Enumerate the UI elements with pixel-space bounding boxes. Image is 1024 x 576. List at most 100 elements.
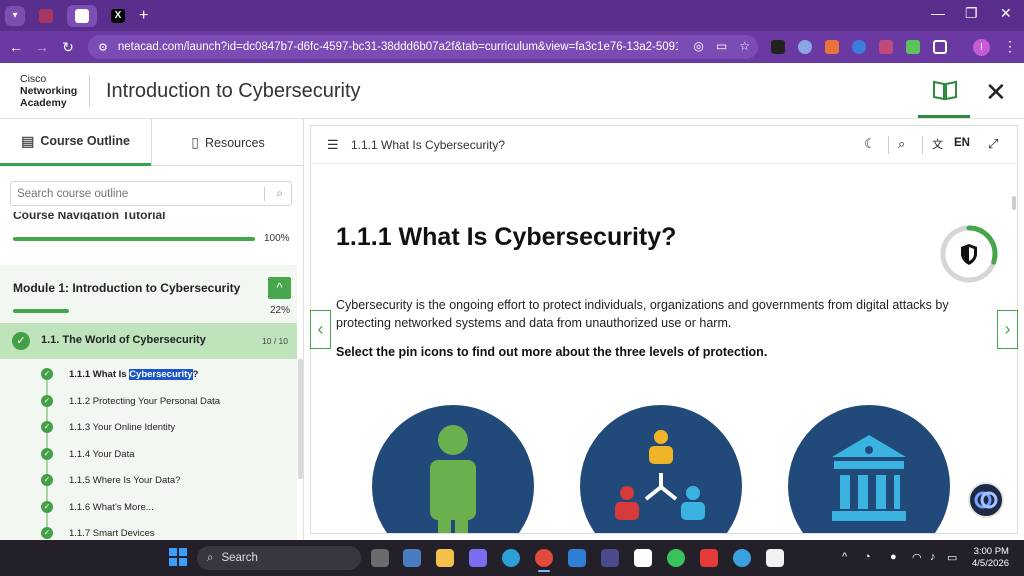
battery-icon[interactable]: ▭ <box>947 551 957 564</box>
browser-tab-1[interactable] <box>33 5 59 27</box>
task-view-icon[interactable] <box>371 549 389 567</box>
file-explorer-icon[interactable] <box>436 549 454 567</box>
document-icon: ▯ <box>191 134 199 150</box>
forward-button[interactable]: → <box>29 39 55 55</box>
fullscreen-expand-icon[interactable]: ⤢ <box>988 136 998 152</box>
extension-2-icon[interactable] <box>798 40 812 54</box>
calculator-icon[interactable] <box>403 549 421 567</box>
extension-1-icon[interactable] <box>771 40 785 54</box>
close-course-button[interactable]: ✕ <box>985 77 1007 108</box>
search-icon: ⌕ <box>207 551 214 564</box>
module-progress-bar <box>13 309 69 313</box>
sketch-app-icon[interactable] <box>766 549 784 567</box>
window-close-button[interactable]: ✕ <box>1000 5 1012 22</box>
url-text[interactable]: netacad.com/launch?id=dc0847b7-d6fc-4597… <box>118 41 678 53</box>
content-scrollbar[interactable] <box>1012 196 1016 210</box>
copilot-icon[interactable] <box>469 549 487 567</box>
extension-4-icon[interactable] <box>852 40 866 54</box>
tab-course-outline[interactable]: ▤ Course Outline <box>0 119 151 166</box>
lesson-1-1-2[interactable]: ✓ 1.1.2 Protecting Your Personal Data <box>0 388 297 414</box>
module-row[interactable]: Module 1: Introduction to Cybersecurity … <box>0 265 297 323</box>
extensions-puzzle-icon[interactable] <box>933 40 947 54</box>
lesson-1-1-3[interactable]: ✓ 1.1.3 Your Online Identity <box>0 414 297 440</box>
collapse-menu-icon[interactable]: ☰ <box>327 137 339 153</box>
tray-dot-icon[interactable]: ● <box>890 551 897 563</box>
system-clock[interactable]: 3:00 PM 4/5/2026 <box>972 546 1009 570</box>
open-book-icon[interactable] <box>932 79 958 101</box>
organization-level-illustration[interactable] <box>580 405 742 533</box>
section-title: 1.1. The World of Cybersecurity <box>41 334 206 346</box>
address-bar[interactable]: ⚙ netacad.com/launch?id=dc0847b7-d6fc-45… <box>88 35 758 59</box>
assistant-chat-icon[interactable] <box>968 482 1004 518</box>
tray-app-icon[interactable]: ◔ <box>864 551 871 563</box>
store-icon[interactable] <box>634 549 652 567</box>
bookmark-star-icon[interactable]: ☆ <box>739 39 750 53</box>
extension-6-icon[interactable] <box>906 40 920 54</box>
course-search-input[interactable] <box>11 182 251 205</box>
browser-tab-netacad[interactable] <box>67 4 97 27</box>
restore-button[interactable]: ❐ <box>965 5 978 22</box>
profile-avatar[interactable]: I <box>973 39 990 56</box>
telegram-icon[interactable] <box>733 549 751 567</box>
toolbar-divider <box>888 136 889 154</box>
translate-icon[interactable]: 文 <box>932 136 943 152</box>
windows-start-icon[interactable] <box>169 548 187 566</box>
lesson-check-icon: ✓ <box>41 527 53 539</box>
vscode-icon[interactable] <box>568 549 586 567</box>
lesson-1-1-4[interactable]: ✓ 1.1.4 Your Data <box>0 441 297 467</box>
lesson-1-1-6[interactable]: ✓ 1.1.6 What's More... <box>0 494 297 520</box>
search-icon[interactable]: ⌕ <box>898 136 905 152</box>
new-tab-button[interactable]: + <box>139 7 148 25</box>
whatsapp-icon[interactable] <box>667 549 685 567</box>
lesson-label: 1.1.7 Smart Devices <box>69 528 155 539</box>
tab-search-dropdown-icon[interactable]: ▾ <box>5 5 25 26</box>
minimize-button[interactable]: — <box>931 5 945 21</box>
lesson-1-1-1[interactable]: ✓ 1.1.1 What Is Cybersecurity? <box>0 361 297 387</box>
next-page-button[interactable]: › <box>997 310 1018 349</box>
intro-paragraph: Cybersecurity is the ongoing effort to p… <box>336 298 949 330</box>
content-toolbar: ☰ 1.1.1 What Is Cybersecurity? ☾ ⌕ 文 EN … <box>311 126 1017 164</box>
wifi-icon[interactable]: ◠ <box>912 551 922 564</box>
sidebar-scrollbar[interactable] <box>298 359 303 479</box>
lesson-check-icon: ✓ <box>41 395 53 407</box>
tutorial-progress-fill <box>13 237 255 241</box>
lens-icon[interactable]: ◎ <box>693 39 703 53</box>
section-complete-check-icon: ✓ <box>12 332 30 350</box>
extension-5-icon[interactable] <box>879 40 893 54</box>
active-app-indicator <box>538 570 550 572</box>
volume-icon[interactable]: ♪ <box>930 551 936 563</box>
cast-icon[interactable]: ▭ <box>716 39 727 53</box>
book-tab-indicator <box>918 115 970 118</box>
lesson-list: ✓ 1.1.1 What Is Cybersecurity? ✓ 1.1.2 P… <box>0 359 297 540</box>
section-row[interactable]: ✓ 1.1. The World of Cybersecurity 10 / 1… <box>0 323 297 359</box>
selected-text: Cybersecurity <box>129 369 193 380</box>
search-icon[interactable]: ⌕ <box>276 186 283 201</box>
back-button[interactable]: ← <box>3 39 29 55</box>
lesson-label: 1.1.2 Protecting Your Personal Data <box>69 396 221 407</box>
language-selector[interactable]: EN <box>954 137 970 149</box>
edge-icon[interactable] <box>502 549 520 567</box>
tutorial-title[interactable]: Course Navigation Tutorial <box>13 212 165 220</box>
site-info-icon[interactable]: ⚙ <box>98 41 108 54</box>
cisco-networking-academy-logo[interactable]: Cisco Networking Academy <box>20 73 77 109</box>
chat-logo-icon <box>974 491 998 509</box>
government-level-illustration[interactable] <box>788 405 950 533</box>
lesson-check-icon: ✓ <box>41 448 53 460</box>
tray-overflow-chevron-icon[interactable]: ^ <box>842 551 847 563</box>
dark-mode-moon-icon[interactable]: ☾ <box>864 136 876 152</box>
taskbar-search[interactable]: ⌕ Search <box>197 546 361 570</box>
chrome-icon[interactable] <box>535 549 553 567</box>
previous-page-button[interactable]: ‹ <box>310 310 331 349</box>
browser-tab-x[interactable]: X <box>105 5 131 27</box>
lesson-content: ☰ 1.1.1 What Is Cybersecurity? ☾ ⌕ 文 EN … <box>310 125 1018 534</box>
extension-3-icon[interactable] <box>825 40 839 54</box>
lesson-1-1-7[interactable]: ✓ 1.1.7 Smart Devices <box>0 520 297 540</box>
collapse-module-button[interactable]: ^ <box>268 277 291 299</box>
vivaldi-icon[interactable] <box>700 549 718 567</box>
individual-level-illustration[interactable] <box>372 405 534 533</box>
reload-button[interactable]: ↻ <box>55 39 81 56</box>
tab-resources[interactable]: ▯ Resources <box>152 119 303 166</box>
browser-menu-button[interactable]: ⋮ <box>1003 38 1017 55</box>
paint-icon[interactable] <box>601 549 619 567</box>
lesson-1-1-5[interactable]: ✓ 1.1.5 Where Is Your Data? <box>0 467 297 493</box>
